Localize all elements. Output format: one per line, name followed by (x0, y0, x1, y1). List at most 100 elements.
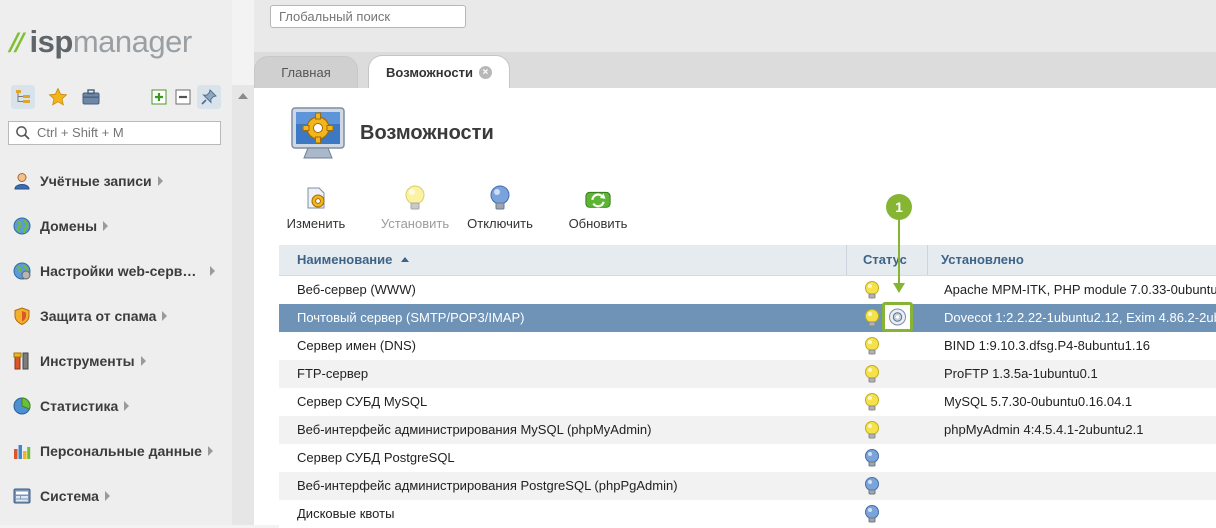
chevron-right-icon (157, 176, 163, 186)
feature-installed-version (944, 472, 1216, 500)
tree-view-icon[interactable] (11, 85, 35, 109)
table-row[interactable]: Веб-интерфейс администрирования MySQL (p… (279, 416, 1216, 444)
page-title: Возможности (360, 121, 494, 144)
column-divider[interactable] (927, 245, 928, 275)
table-row[interactable]: Сервер имен (DNS) BIND 1:9.10.3.dfsg.P4-8… (279, 332, 1216, 360)
feature-status (863, 444, 923, 472)
chevron-right-icon (207, 446, 213, 456)
bulb-on-icon (865, 393, 879, 411)
actions-anchor (254, 184, 255, 185)
sidebar-item-accounts[interactable]: Учётные записи (12, 169, 163, 193)
callout-arrow-head (893, 283, 905, 293)
sidebar-item-label: Учётные записи (40, 173, 152, 189)
globe-icon (12, 216, 32, 236)
install-button[interactable]: Установить (378, 184, 452, 231)
users-icon (12, 171, 32, 191)
collapse-all-icon[interactable] (171, 85, 195, 109)
feature-status (863, 416, 923, 444)
feature-installed-version: MySQL 5.7.30-0ubuntu0.16.04.1 (944, 394, 1133, 409)
briefcase-icon[interactable] (79, 85, 103, 109)
pie-chart-icon (12, 396, 32, 416)
tab-features[interactable]: Возможности × (368, 55, 510, 89)
sidebar-item-tools[interactable]: Инструменты (12, 349, 146, 373)
edit-button[interactable]: Изменить (279, 184, 353, 231)
table-row[interactable]: Сервер СУБД PostgreSQL (279, 444, 1216, 472)
table-row[interactable]: Веб-сервер (WWW) Apache MPM-ITK, PHP modu… (279, 276, 1216, 304)
global-search-field[interactable] (270, 5, 466, 28)
feature-installed-version: phpMyAdmin 4:4.5.4.1-2ubuntu2.1 (944, 422, 1144, 437)
table-row[interactable]: Сервер СУБД MySQL MySQL 5.7.30-0ubuntu0.1… (279, 388, 1216, 416)
table-body: Веб-сервер (WWW) Apache MPM-ITK, PHP modu… (279, 276, 1216, 528)
global-search-input[interactable] (279, 9, 459, 24)
table-header: Наименование Статус Установлено (279, 245, 1216, 276)
tab-bar: Главная Возможности × (254, 52, 1216, 89)
tab-label: Главная (281, 65, 331, 80)
favorites-star-icon[interactable] (46, 85, 70, 109)
column-header-name[interactable]: Наименование (297, 245, 409, 275)
feature-installed-version: Dovecot 1:2.2.22-1ubuntu2.12, Exim 4.86.… (944, 310, 1216, 325)
chevron-right-icon (103, 221, 109, 231)
menu-search-input[interactable] (37, 125, 212, 140)
table-row[interactable]: Веб-интерфейс администрирования PostgreS… (279, 472, 1216, 500)
table-row[interactable]: FTP-сервер ProFTP 1.3.5a-1ubuntu0.1 (279, 360, 1216, 388)
left-sidebar: // isp manager Учётные зап (0, 0, 232, 525)
feature-name: Почтовый сервер (SMTP/POP3/IMAP) (297, 310, 525, 325)
logo-mark: // (10, 28, 24, 56)
main-content: Возможности Изменить Установить Отключит… (254, 88, 1216, 528)
ispmanager-logo[interactable]: // isp manager (10, 24, 192, 60)
sidebar-item-web-settings[interactable]: Настройки web-серв… (12, 259, 216, 283)
config-gear-icon[interactable] (885, 305, 910, 329)
bulb-on-icon (865, 365, 879, 383)
scroll-up-arrow-icon[interactable] (238, 93, 248, 99)
chevron-right-icon (210, 266, 216, 276)
column-divider[interactable] (846, 245, 847, 275)
close-icon[interactable]: × (478, 66, 492, 79)
table-row[interactable]: Дисковые квоты (279, 500, 1216, 528)
sidebar-item-label: Статистика (40, 398, 119, 414)
sidebar-item-personal-data[interactable]: Персональные данные (12, 439, 213, 463)
refresh-icon (584, 184, 612, 212)
bulb-on-icon (865, 281, 879, 299)
chevron-right-icon (162, 311, 168, 321)
bulb-off-icon (486, 184, 514, 212)
sidebar-item-label: Настройки web-серв… (40, 263, 197, 279)
column-header-installed[interactable]: Установлено (941, 245, 1024, 275)
column-header-status[interactable]: Статус (863, 245, 907, 275)
feature-status (863, 500, 923, 528)
feature-name: Веб-сервер (WWW) (297, 282, 416, 297)
page-header: Возможности (290, 104, 494, 164)
chevron-right-icon (124, 401, 130, 411)
feature-name: Сервер СУБД MySQL (297, 394, 428, 409)
expand-all-icon[interactable] (147, 85, 171, 109)
sidebar-item-domains[interactable]: Домены (12, 214, 109, 238)
install-label: Установить (380, 216, 450, 231)
feature-name: Дисковые квоты (297, 506, 395, 521)
sidebar-scrollbar[interactable] (232, 85, 254, 525)
sidebar-item-label: Система (40, 488, 99, 504)
disable-button[interactable]: Отключить (463, 184, 537, 231)
features-table: Наименование Статус Установлено Веб-серв… (279, 245, 1216, 528)
sidebar-item-label: Домены (40, 218, 98, 234)
chevron-right-icon (104, 491, 110, 501)
logo-manager: manager (72, 24, 192, 59)
bulb-on-icon (865, 421, 879, 439)
gear-monitor-icon (290, 104, 350, 165)
table-row[interactable]: Почтовый сервер (SMTP/POP3/IMAP) Dovecot … (279, 304, 1216, 332)
feature-name: Сервер имен (DNS) (297, 338, 417, 353)
feature-name: Веб-интерфейс администрирования MySQL (p… (297, 422, 652, 437)
sidebar-item-label: Персональные данные (40, 443, 202, 459)
tab-home[interactable]: Главная (254, 56, 358, 88)
feature-installed-version: ProFTP 1.3.5a-1ubuntu0.1 (944, 366, 1098, 381)
sidebar-toolbar (11, 85, 223, 111)
sidebar-item-system[interactable]: Система (12, 484, 110, 508)
menu-search-field[interactable] (8, 121, 221, 145)
sidebar-item-label: Защита от спама (40, 308, 157, 324)
sidebar-item-spam[interactable]: Защита от спама (12, 304, 168, 328)
sidebar-item-statistics[interactable]: Статистика (12, 394, 130, 418)
feature-status (863, 332, 923, 360)
callout-arrow-line (898, 219, 900, 287)
bulb-on-icon (401, 184, 429, 212)
pin-icon[interactable] (197, 85, 221, 109)
feature-status (863, 388, 923, 416)
refresh-button[interactable]: Обновить (561, 184, 635, 231)
